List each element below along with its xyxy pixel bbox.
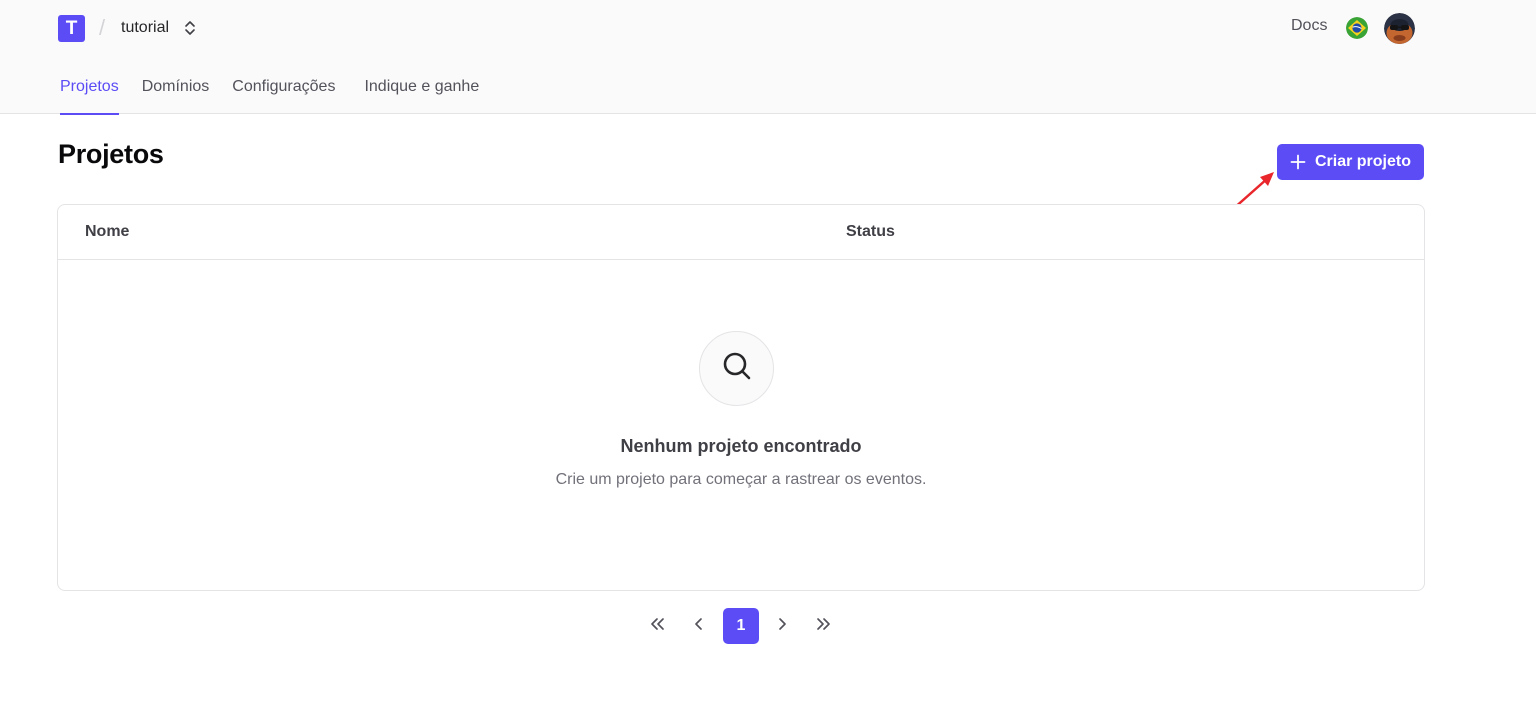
last-page-button[interactable] [805, 608, 841, 644]
chevron-left-icon [690, 615, 708, 638]
chevrons-right-icon [814, 615, 832, 638]
create-project-label: Criar projeto [1314, 153, 1411, 170]
create-project-button[interactable]: Criar projeto [1277, 144, 1424, 180]
tab-configuracoes[interactable]: Configurações [232, 76, 335, 114]
search-icon [720, 349, 754, 388]
empty-state-description: Crie um projeto para começar a rastrear … [555, 471, 927, 488]
empty-state-title: Nenhum projeto encontrado [620, 436, 862, 456]
plus-icon [1290, 154, 1306, 170]
docs-link[interactable]: Docs [1291, 17, 1327, 35]
main-tabs: Projetos Domínios Configurações Indique … [60, 76, 479, 115]
chevron-right-icon [773, 615, 791, 638]
first-page-button[interactable] [640, 608, 676, 644]
tab-indique-e-ganhe[interactable]: Indique e ganhe [364, 76, 479, 114]
tab-projetos[interactable]: Projetos [60, 76, 119, 115]
app-logo[interactable]: T [58, 15, 85, 42]
chevrons-up-down-icon [183, 19, 197, 37]
tab-dominios[interactable]: Domínios [142, 76, 210, 114]
workspace-switcher[interactable]: tutorial [121, 14, 197, 42]
user-avatar[interactable] [1384, 13, 1415, 44]
previous-page-button[interactable] [681, 608, 717, 644]
chevrons-left-icon [649, 615, 667, 638]
page-button-current[interactable]: 1 [723, 608, 759, 644]
next-page-button[interactable] [764, 608, 800, 644]
workspace-name: tutorial [121, 19, 170, 36]
projects-table: Nome Status Nenhum projeto encontrado Cr… [57, 204, 1425, 591]
pagination: 1 [640, 608, 841, 644]
table-header: Nome Status [58, 205, 1424, 260]
page-title: Projetos [58, 139, 164, 169]
breadcrumb-separator: / [99, 15, 106, 40]
empty-state-icon [699, 331, 774, 406]
column-header-nome[interactable]: Nome [85, 223, 129, 241]
top-header: T / tutorial Docs Projetos Domínios Conf… [0, 0, 1536, 115]
brazil-flag-icon[interactable] [1346, 17, 1368, 39]
column-header-status[interactable]: Status [846, 223, 895, 241]
